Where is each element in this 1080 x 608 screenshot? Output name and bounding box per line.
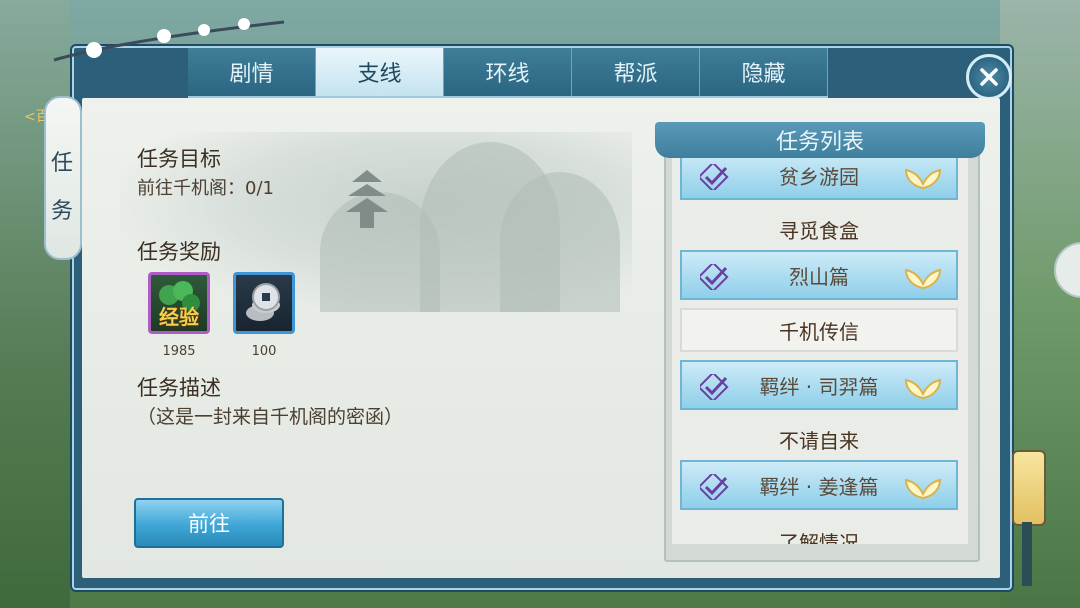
task-list-scroll[interactable]: 贫乡游园 寻觅食盒 烈山篇 千机传信 羁绊 · 司羿篇 不请自来 羁绊 · 姜逢… — [672, 158, 968, 544]
background-left-scene — [0, 0, 70, 608]
lantern-post-decoration — [1022, 522, 1032, 586]
close-icon — [980, 68, 998, 86]
lotus-icon — [904, 378, 942, 400]
lantern-decoration — [1012, 450, 1046, 526]
task-item-label: 不请自来 — [779, 428, 859, 453]
coins-icon — [246, 283, 280, 321]
objective-heading: 任务目标 — [137, 147, 221, 171]
tab-main-story[interactable]: 剧情 — [188, 48, 316, 96]
lotus-icon — [904, 268, 942, 290]
task-category-item[interactable]: 羁绊 · 司羿篇 — [680, 360, 958, 410]
task-category-item[interactable]: 烈山篇 — [680, 250, 958, 300]
task-sub-item[interactable]: 寻觅食盒 — [680, 204, 958, 254]
objective-text: 前往千机阁：0/1 — [137, 178, 274, 199]
task-item-label: 了解情况 — [779, 530, 859, 545]
task-sub-item[interactable]: 不请自来 — [680, 414, 958, 464]
task-item-label: 寻觅食盒 — [779, 218, 859, 243]
task-item-label: 千机传信 — [779, 319, 859, 344]
category-tab-bar: 剧情 支线 环线 帮派 隐藏 — [188, 48, 828, 98]
reward-coins-item[interactable] — [233, 272, 295, 334]
task-selected-item[interactable]: 千机传信 — [680, 308, 958, 352]
tab-side-quest[interactable]: 支线 — [316, 48, 444, 96]
reward-experience-item[interactable]: 经验 — [148, 272, 210, 334]
close-button[interactable] — [966, 54, 1012, 100]
tab-guild-quest[interactable]: 帮派 — [572, 48, 700, 96]
lotus-icon — [904, 478, 942, 500]
quest-side-tab-label: 任务 — [50, 151, 73, 224]
task-category-item[interactable]: 贫乡游园 — [680, 158, 958, 200]
coins-amount: 100 — [251, 344, 277, 359]
experience-amount: 1985 — [162, 344, 196, 359]
pagoda-illustration — [346, 170, 388, 228]
experience-label: 经验 — [159, 305, 199, 329]
reward-heading: 任务奖励 — [137, 240, 221, 264]
task-category-item[interactable]: 羁绊 · 姜逢篇 — [680, 460, 958, 510]
lotus-icon — [904, 168, 942, 190]
description-text: （这是一封来自千机阁的密函） — [137, 406, 404, 428]
task-list-title: 任务列表 — [655, 122, 985, 158]
tab-hidden-quest[interactable]: 隐藏 — [700, 48, 828, 96]
description-heading: 任务描述 — [137, 376, 221, 400]
go-button[interactable]: 前往 — [134, 498, 284, 548]
task-sub-item[interactable]: 了解情况 — [680, 516, 958, 545]
tab-loop-quest[interactable]: 环线 — [444, 48, 572, 96]
